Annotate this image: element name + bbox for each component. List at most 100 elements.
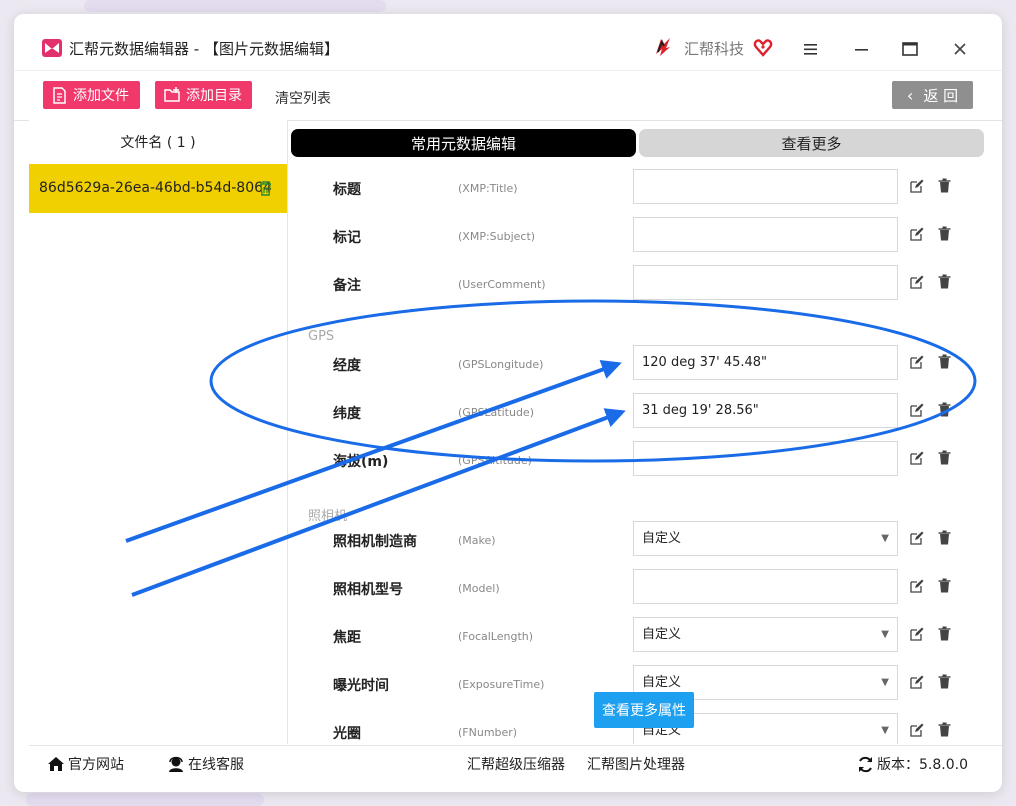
field-row-subject: 标记 (XMP:Subject)	[288, 212, 1002, 260]
field-row-focal-length: 焦距 (FocalLength) 自定义 ▼	[288, 612, 1002, 660]
edit-icon[interactable]	[910, 179, 924, 193]
clear-list-link[interactable]: 清空列表	[275, 88, 331, 108]
select-value: 自定义	[642, 627, 682, 642]
field-row-comment: 备注 (UserComment)	[288, 260, 1002, 308]
back-button[interactable]: ‹ 返 回	[892, 81, 973, 109]
edit-icon[interactable]	[910, 403, 924, 417]
version-info: 版本：5.8.0.0	[857, 754, 968, 774]
trash-icon[interactable]	[938, 626, 951, 641]
website-label: 官方网站	[68, 757, 124, 773]
trash-icon[interactable]	[938, 226, 951, 241]
add-file-button[interactable]: 添加文件	[43, 81, 140, 109]
add-file-icon	[53, 86, 66, 104]
field-label: 海拔(m)	[333, 454, 389, 470]
support-link[interactable]: 在线客服	[167, 754, 244, 774]
trash-icon[interactable]	[938, 578, 951, 593]
field-row-latitude: 纬度 (GPSLatitude) 31 deg 19' 28.56"	[288, 388, 1002, 436]
latitude-input[interactable]: 31 deg 19' 28.56"	[633, 393, 898, 428]
menu-icon[interactable]	[801, 39, 821, 59]
dropdown-arrow-icon: ▼	[881, 725, 889, 736]
dropdown-arrow-icon: ▼	[881, 629, 889, 640]
edit-icon[interactable]	[910, 675, 924, 689]
edit-icon[interactable]	[910, 227, 924, 241]
field-row-make: 照相机制造商 (Make) 自定义 ▼	[288, 516, 1002, 564]
field-label: 光圈	[333, 726, 361, 742]
minimize-icon[interactable]	[852, 39, 872, 59]
field-key: (Model)	[458, 582, 500, 595]
select-value: 自定义	[642, 531, 682, 546]
tab-more[interactable]: 查看更多	[639, 129, 984, 157]
edit-icon[interactable]	[910, 627, 924, 641]
background-strip-top	[84, 0, 386, 12]
file-list-panel: 文件名 ( 1 ) 86d5629a-26ea-46bd-b54d-8064	[29, 120, 288, 744]
maximize-icon[interactable]	[900, 39, 920, 59]
file-list-item[interactable]: 86d5629a-26ea-46bd-b54d-8064	[29, 164, 287, 213]
edit-icon[interactable]	[910, 723, 924, 737]
version-label: 版本：5.8.0.0	[877, 757, 968, 773]
support-label: 在线客服	[188, 757, 244, 773]
image-tool-link[interactable]: 汇帮图片处理器	[587, 754, 685, 774]
field-label: 曝光时间	[333, 678, 389, 694]
longitude-input[interactable]: 120 deg 37' 45.48"	[633, 345, 898, 380]
trash-icon[interactable]	[938, 402, 951, 417]
background-strip-bottom	[26, 793, 264, 806]
trash-icon[interactable]	[938, 354, 951, 369]
edit-icon[interactable]	[910, 275, 924, 289]
field-row-title: 标题 (XMP:Title)	[288, 164, 1002, 212]
trash-icon[interactable]	[938, 530, 951, 545]
field-label: 焦距	[333, 630, 361, 646]
add-file-label: 添加文件	[73, 88, 129, 104]
app-logo-icon	[42, 39, 62, 57]
edit-icon[interactable]	[910, 355, 924, 369]
model-input[interactable]	[633, 569, 898, 604]
status-bar: 官方网站 在线客服 汇帮超级压缩器 汇帮图片处理器 版本：5.8.0.0	[29, 745, 1002, 778]
field-label: 标题	[333, 182, 361, 198]
add-dir-button[interactable]: 添加目录	[155, 81, 252, 109]
field-key: (GPSLatitude)	[458, 406, 534, 419]
field-row-model: 照相机型号 (Model)	[288, 564, 1002, 612]
field-label: 纬度	[333, 406, 361, 422]
back-label: 返 回	[923, 86, 959, 105]
window-title: 汇帮元数据编辑器 - 【图片元数据编辑】	[69, 40, 339, 58]
field-label: 经度	[333, 358, 361, 374]
home-icon	[48, 757, 64, 771]
dropdown-arrow-icon: ▼	[881, 533, 889, 544]
trash-icon[interactable]	[938, 274, 951, 289]
edit-icon[interactable]	[910, 579, 924, 593]
altitude-input[interactable]	[633, 441, 898, 476]
trash-icon[interactable]	[938, 450, 951, 465]
field-key: (GPSAltitude)	[458, 454, 532, 467]
view-more-properties-button[interactable]: 查看更多属性	[594, 692, 694, 728]
title-bar: 汇帮元数据编辑器 - 【图片元数据编辑】 汇帮科技	[14, 14, 1002, 70]
website-link[interactable]: 官方网站	[47, 754, 124, 774]
compressor-link[interactable]: 汇帮超级压缩器	[467, 754, 565, 774]
field-key: (GPSLongitude)	[458, 358, 544, 371]
toolbar: 添加文件 添加目录 清空列表 ‹ 返 回	[14, 70, 1002, 121]
app-window: 汇帮元数据编辑器 - 【图片元数据编辑】 汇帮科技 添加文件 添加目录 清空列表…	[14, 14, 1002, 792]
field-key: (FocalLength)	[458, 630, 534, 643]
edit-icon[interactable]	[910, 531, 924, 545]
trash-icon[interactable]	[938, 722, 951, 737]
trash-icon[interactable]	[938, 674, 951, 689]
focal-length-select[interactable]: 自定义 ▼	[633, 617, 898, 652]
make-select[interactable]: 自定义 ▼	[633, 521, 898, 556]
field-row-altitude: 海拔(m) (GPSAltitude)	[288, 436, 1002, 484]
support-icon	[169, 756, 183, 772]
field-key: (XMP:Title)	[458, 182, 518, 195]
trash-icon[interactable]	[938, 178, 951, 193]
field-key: (UserComment)	[458, 278, 546, 291]
tab-common-metadata[interactable]: 常用元数据编辑	[291, 129, 636, 157]
field-label: 照相机制造商	[333, 534, 417, 550]
comment-input[interactable]	[633, 265, 898, 300]
field-key: (XMP:Subject)	[458, 230, 536, 243]
field-key: (ExposureTime)	[458, 678, 545, 691]
file-delete-icon[interactable]	[259, 181, 272, 196]
heart-icon[interactable]	[753, 38, 773, 58]
close-icon[interactable]	[950, 39, 970, 59]
field-key: (FNumber)	[458, 726, 518, 739]
title-input[interactable]	[633, 169, 898, 204]
field-key: (Make)	[458, 534, 496, 547]
subject-input[interactable]	[633, 217, 898, 252]
edit-icon[interactable]	[910, 451, 924, 465]
field-label: 标记	[333, 230, 361, 246]
